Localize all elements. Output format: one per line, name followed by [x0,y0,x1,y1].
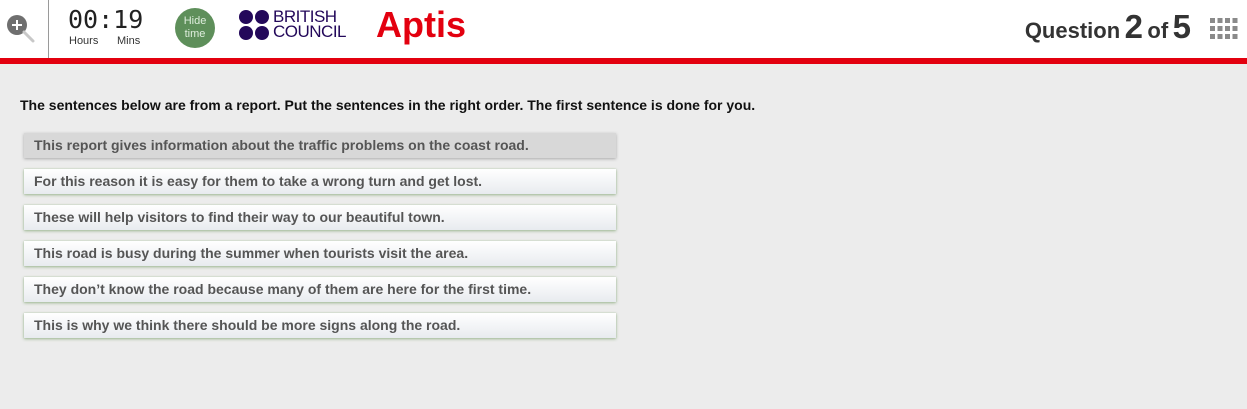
header-accent-bar [0,58,1247,64]
timer-display: 00:19 [68,5,144,34]
top-header: 00:19 Hours Mins Hide time BRITISH COUNCI… [0,0,1247,58]
sentence-fixed-first: This report gives information about the … [24,133,616,158]
header-divider [48,0,49,58]
sentence-draggable[interactable]: This is why we think there should be mor… [24,313,616,338]
british-council-line2: COUNCIL [273,22,347,41]
question-current: 2 [1124,8,1143,45]
timer-labels: Hours Mins [69,35,140,47]
zoom-button[interactable] [4,12,36,44]
question-counter: Question 2 of 5 [1025,8,1191,46]
sentence-draggable[interactable]: They don’t know the road because many of… [24,277,616,302]
question-label: Question [1024,18,1121,43]
timer-mins-label: Mins [117,35,141,47]
timer-hours-label: Hours [69,35,99,47]
grid-icon [1210,18,1238,39]
british-council-logo: BRITISH COUNCIL [238,8,348,41]
task-instructions: The sentences below are from a report. P… [20,97,756,113]
question-of: of [1147,18,1169,43]
sentence-order-list: This report gives information about the … [24,133,616,349]
british-council-dots-icon [239,10,269,40]
question-navigator-button[interactable] [1210,18,1238,40]
zoom-in-icon [7,15,35,43]
hide-time-button[interactable]: Hide time [175,8,215,48]
sentence-draggable[interactable]: This road is busy during the summer when… [24,241,616,266]
aptis-logo: Aptis [376,4,466,45]
british-council-text: BRITISH COUNCIL [273,8,353,41]
sentence-draggable[interactable]: These will help visitors to find their w… [24,205,616,230]
question-total: 5 [1172,8,1191,45]
sentence-draggable[interactable]: For this reason it is easy for them to t… [24,169,616,194]
